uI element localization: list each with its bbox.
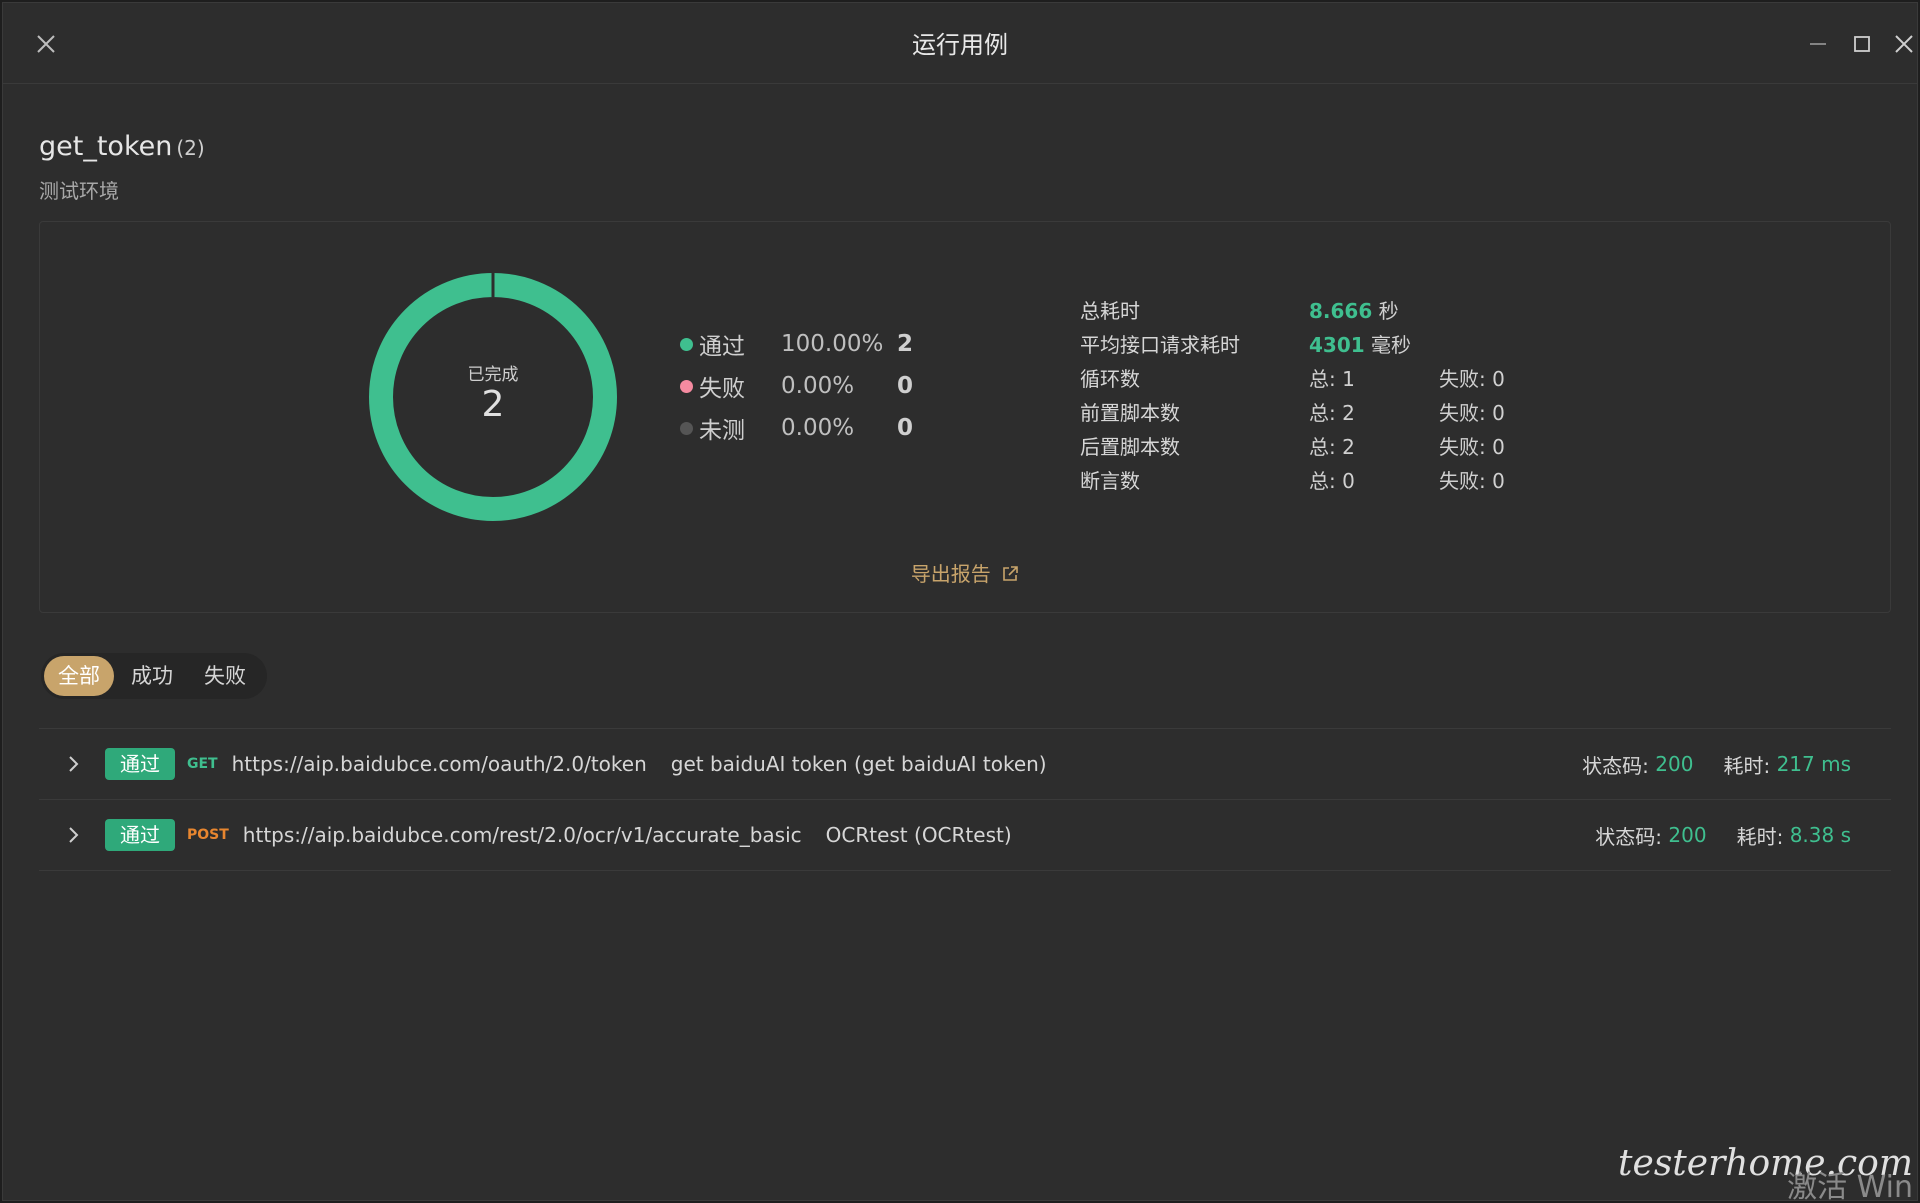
legend-dot-fail bbox=[680, 379, 693, 393]
stats-table: 总耗时 8.666 秒 平均接口请求耗时 4301 毫秒 循环数 总: 1 失败… bbox=[1080, 292, 1505, 496]
case-title: get_token (2) bbox=[39, 131, 205, 162]
maximize-icon[interactable] bbox=[1849, 31, 1875, 57]
status-code-value: 200 bbox=[1655, 752, 1694, 776]
title-bar: 运行用例 bbox=[3, 3, 1917, 84]
activate-windows-text: 激活 Win bbox=[1787, 1170, 1913, 1201]
legend-name: 通过 bbox=[699, 334, 745, 360]
stat-label: 总耗时 bbox=[1080, 298, 1140, 323]
stat-failed: 失败: 0 bbox=[1439, 468, 1505, 493]
donut-label: 已完成 bbox=[467, 365, 519, 385]
stat-unit: 秒 bbox=[1378, 298, 1399, 323]
http-method: GET bbox=[187, 756, 218, 772]
export-report-label: 导出报告 bbox=[910, 562, 991, 586]
case-count: (2) bbox=[176, 136, 205, 160]
result-row[interactable]: 通过 POST https://aip.baidubce.com/rest/2.… bbox=[39, 799, 1891, 871]
legend-name: 失败 bbox=[699, 376, 745, 402]
time-value: 217 ms bbox=[1776, 752, 1851, 776]
legend-dot-untested bbox=[680, 421, 693, 435]
result-list: 通过 GET https://aip.baidubce.com/oauth/2.… bbox=[39, 728, 1891, 871]
stat-label: 前置脚本数 bbox=[1080, 400, 1180, 425]
stat-post-scripts: 后置脚本数 总: 2 失败: 0 bbox=[1080, 428, 1505, 462]
stat-total: 总: 1 bbox=[1309, 366, 1355, 391]
request-url: https://aip.baidubce.com/rest/2.0/ocr/v1… bbox=[242, 823, 802, 847]
time-label: 耗时: bbox=[1736, 824, 1784, 849]
stat-label: 断言数 bbox=[1080, 468, 1140, 493]
time-value: 8.38 s bbox=[1789, 823, 1851, 847]
legend-pass: 通过 100.00% 2 bbox=[680, 327, 913, 361]
stat-failed: 失败: 0 bbox=[1439, 400, 1505, 425]
result-row[interactable]: 通过 GET https://aip.baidubce.com/oauth/2.… bbox=[39, 728, 1891, 799]
stat-label: 平均接口请求耗时 bbox=[1080, 332, 1240, 357]
legend-untested: 未测 0.00% 0 bbox=[680, 411, 913, 445]
status-code-label: 状态码: bbox=[1595, 824, 1663, 849]
stat-unit: 毫秒 bbox=[1371, 332, 1412, 357]
filter-all[interactable]: 全部 bbox=[44, 656, 114, 696]
case-name: get_token bbox=[39, 131, 173, 162]
environment-label: 测试环境 bbox=[39, 179, 119, 203]
stat-total: 总: 0 bbox=[1309, 468, 1355, 493]
legend-count: 0 bbox=[897, 373, 914, 399]
external-link-icon bbox=[1003, 566, 1018, 581]
run-case-window: 运行用例 get_token (2) 测试环境 已完成 2 通过 100.00% … bbox=[2, 2, 1918, 1201]
result-meta: 状态码: 200 耗时: 217 ms bbox=[1582, 729, 1851, 799]
stat-number: 4301 bbox=[1309, 332, 1365, 357]
stat-failed: 失败: 0 bbox=[1439, 366, 1505, 391]
request-name: get baiduAI token (get baiduAI token) bbox=[670, 752, 1047, 776]
stat-value: 4301 毫秒 bbox=[1309, 329, 1439, 358]
export-report-button[interactable]: 导出报告 bbox=[40, 558, 1890, 587]
donut-value: 2 bbox=[481, 384, 505, 425]
window-title: 运行用例 bbox=[912, 31, 1008, 59]
stat-assertions: 断言数 总: 0 失败: 0 bbox=[1080, 462, 1505, 496]
status-code-value: 200 bbox=[1668, 823, 1707, 847]
stat-label: 后置脚本数 bbox=[1080, 434, 1180, 459]
stat-total-time: 总耗时 8.666 秒 bbox=[1080, 292, 1505, 326]
stat-loops: 循环数 总: 1 失败: 0 bbox=[1080, 360, 1505, 394]
summary-card: 已完成 2 通过 100.00% 2 失败 0.00% 0 未测 0.00% 0… bbox=[39, 221, 1891, 613]
close-icon[interactable] bbox=[1891, 31, 1917, 57]
legend-fail: 失败 0.00% 0 bbox=[680, 369, 913, 403]
http-method: POST bbox=[187, 827, 229, 843]
legend-percent: 0.00% bbox=[781, 415, 855, 441]
stat-total: 总: 2 bbox=[1309, 400, 1355, 425]
filter-success[interactable]: 成功 bbox=[117, 656, 187, 696]
status-badge: 通过 bbox=[105, 748, 175, 780]
legend-percent: 100.00% bbox=[781, 331, 884, 357]
legend-count: 2 bbox=[897, 331, 914, 357]
filter-failed[interactable]: 失败 bbox=[190, 656, 260, 696]
stat-total: 总: 2 bbox=[1309, 434, 1355, 459]
chevron-right-icon[interactable] bbox=[61, 823, 85, 847]
stat-number: 8.666 bbox=[1309, 298, 1373, 323]
legend-name: 未测 bbox=[699, 418, 745, 444]
legend-dot-pass bbox=[680, 337, 693, 351]
legend-count: 0 bbox=[897, 415, 914, 441]
result-meta: 状态码: 200 耗时: 8.38 s bbox=[1595, 800, 1851, 870]
stat-value: 8.666 秒 bbox=[1309, 295, 1439, 324]
stat-label: 循环数 bbox=[1080, 366, 1140, 391]
stat-failed: 失败: 0 bbox=[1439, 434, 1505, 459]
request-url: https://aip.baidubce.com/oauth/2.0/token bbox=[231, 752, 647, 776]
legend-percent: 0.00% bbox=[781, 373, 855, 399]
minimize-icon[interactable] bbox=[1805, 31, 1831, 57]
time-label: 耗时: bbox=[1723, 753, 1771, 778]
chevron-right-icon[interactable] bbox=[61, 752, 85, 776]
status-code-label: 状态码: bbox=[1582, 753, 1649, 778]
status-badge: 通过 bbox=[105, 819, 175, 851]
stat-avg-time: 平均接口请求耗时 4301 毫秒 bbox=[1080, 326, 1505, 360]
request-name: OCRtest (OCRtest) bbox=[825, 823, 1012, 847]
result-filter-group: 全部 成功 失败 bbox=[41, 653, 267, 699]
stat-pre-scripts: 前置脚本数 总: 2 失败: 0 bbox=[1080, 394, 1505, 428]
